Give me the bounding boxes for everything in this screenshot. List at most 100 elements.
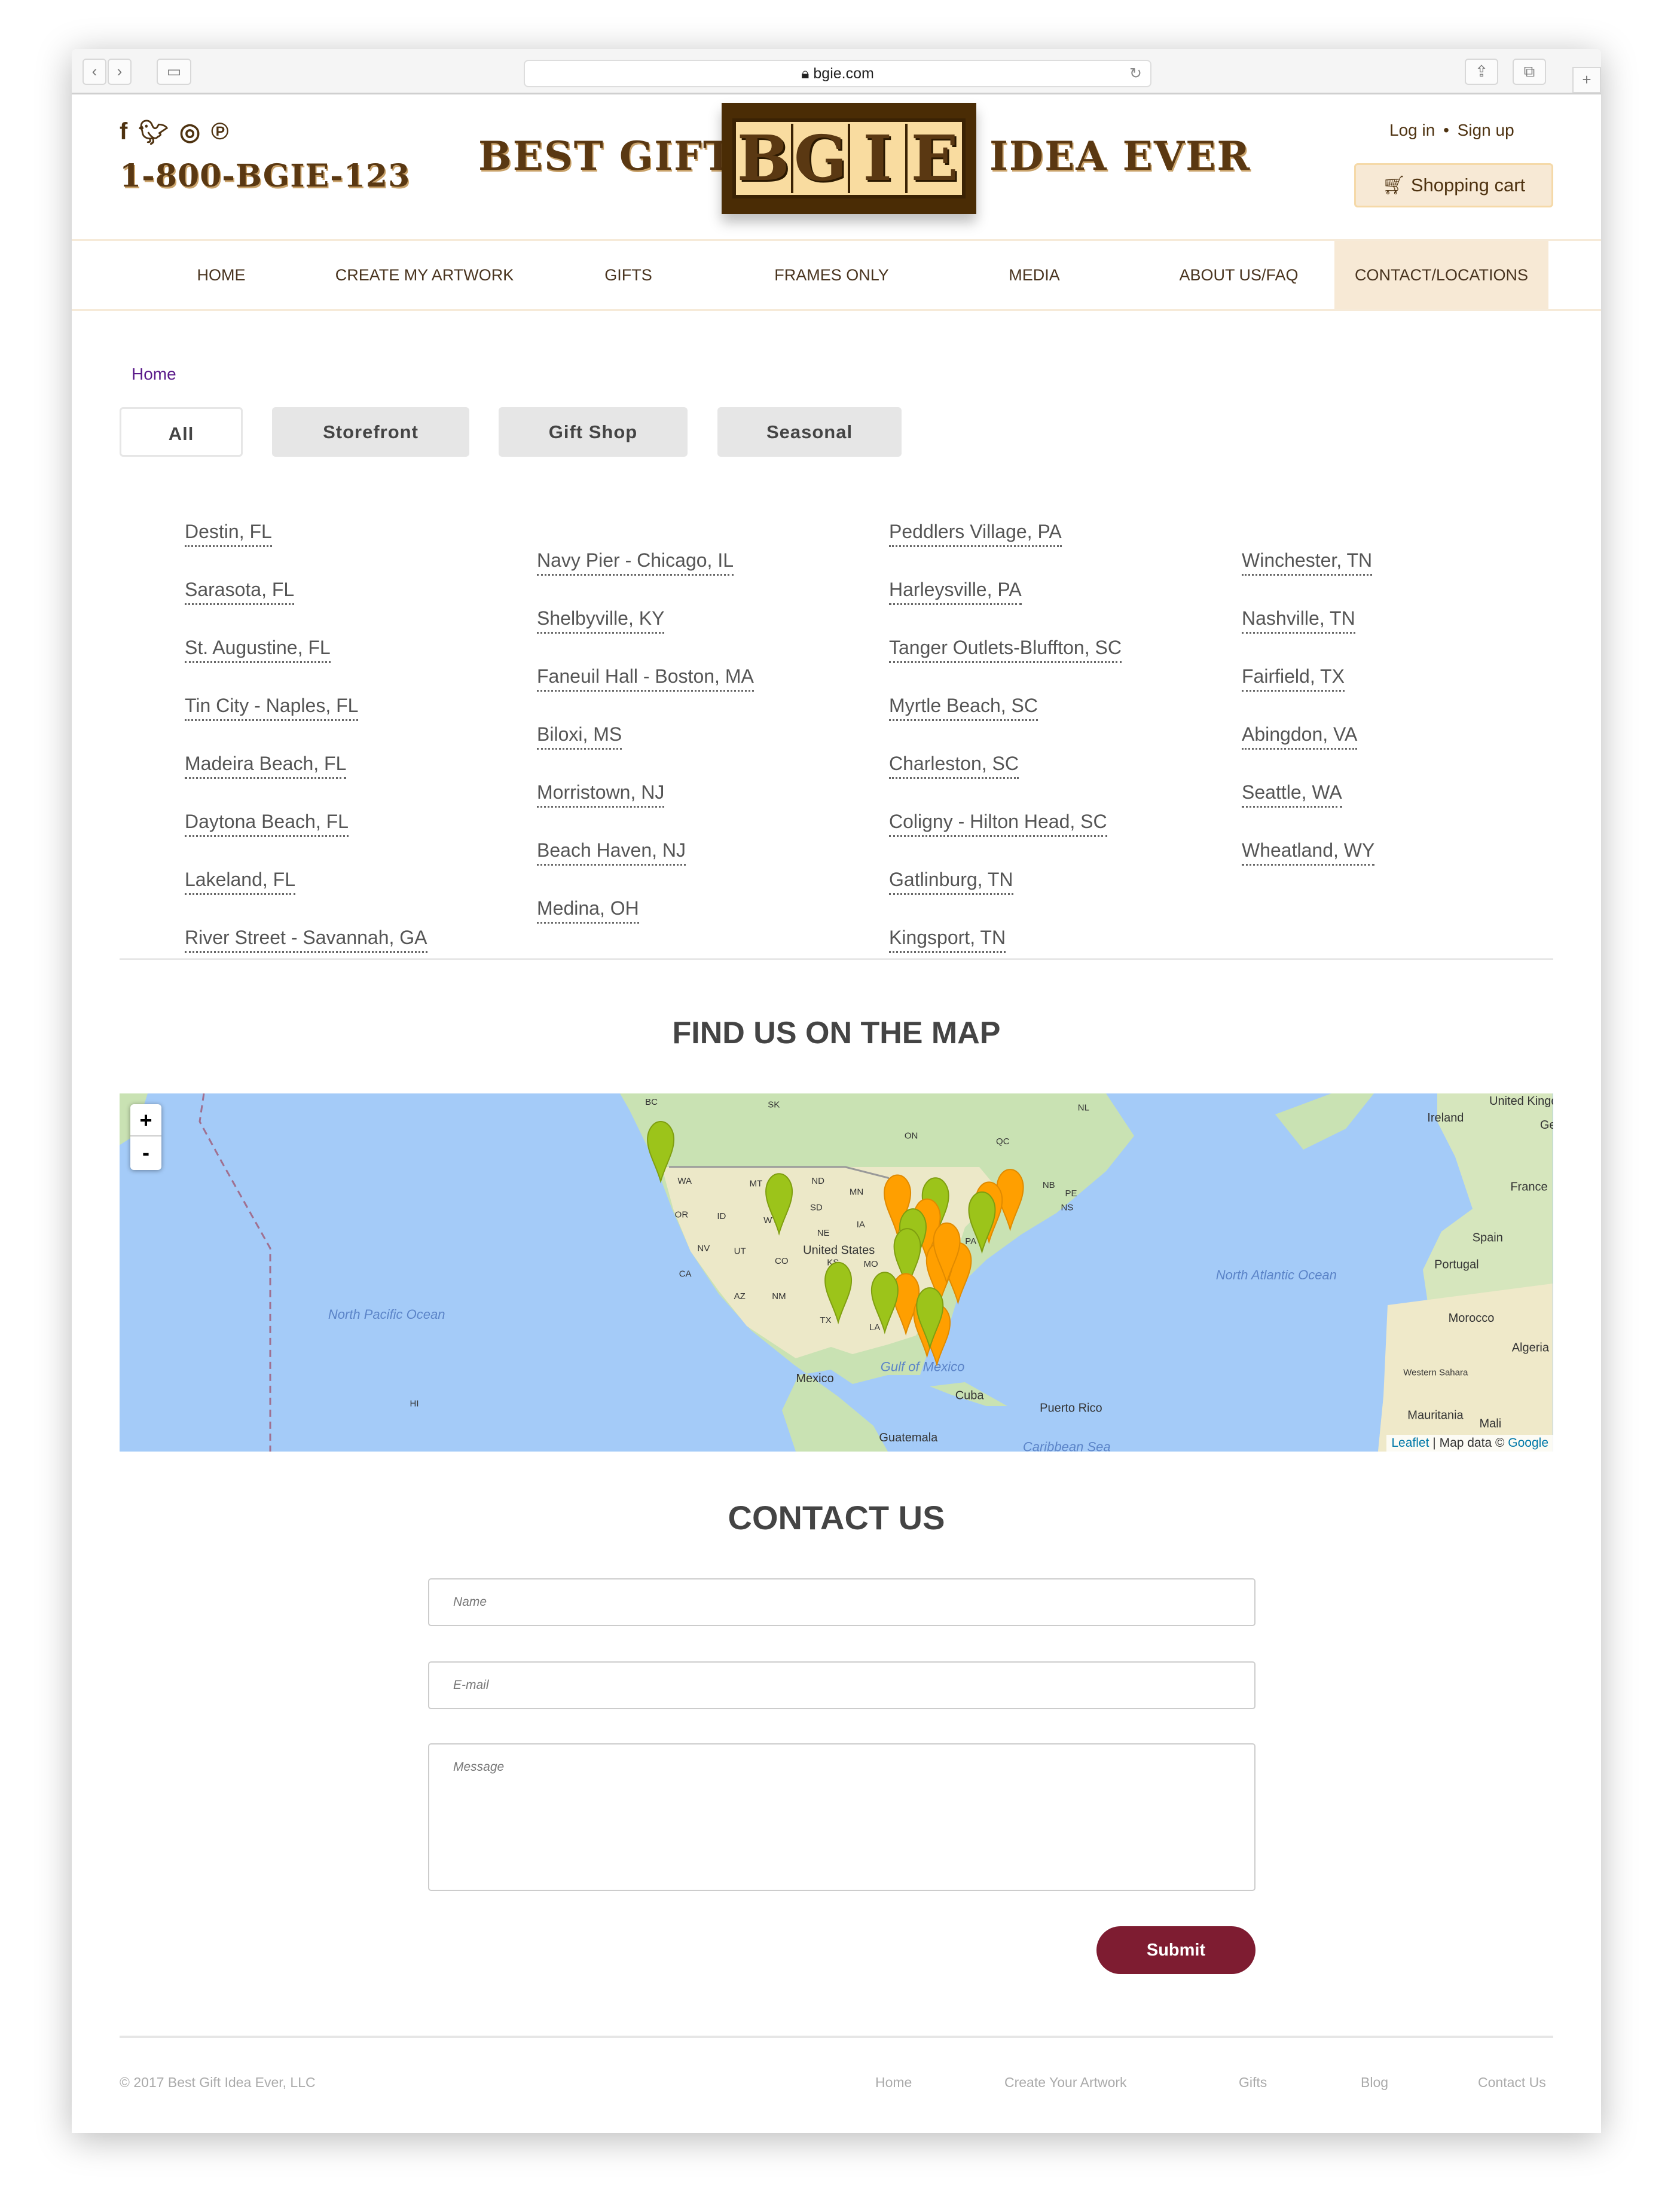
nav-about-us-faq[interactable]: ABOUT US/FAQ (1179, 241, 1298, 309)
logo-letter: G (793, 124, 850, 193)
map-label: France (1510, 1181, 1547, 1194)
back-icon[interactable]: ‹ (83, 59, 106, 85)
footer-link-home[interactable]: Home (875, 2074, 912, 2091)
location-link[interactable]: Abingdon, VA (1242, 723, 1358, 750)
location-link[interactable]: Madeira Beach, FL (185, 752, 347, 779)
reload-icon[interactable]: ↻ (1129, 61, 1142, 86)
shopping-cart-button[interactable]: 🛒︎ Shopping cart (1354, 163, 1553, 207)
instagram-icon[interactable]: ◎ (179, 118, 200, 146)
location-link[interactable]: Charleston, SC (889, 752, 1019, 779)
filter-storefront[interactable]: Storefront (272, 407, 469, 457)
zoom-in-button[interactable]: + (130, 1104, 161, 1136)
twitter-icon[interactable]: 🐦︎ (138, 118, 169, 146)
location-link[interactable]: Shelbyville, KY (537, 607, 665, 634)
message-textarea[interactable]: Message (428, 1743, 1256, 1891)
location-link[interactable]: Winchester, TN (1242, 549, 1373, 576)
map-label: SD (810, 1203, 823, 1213)
map-label: NB (1043, 1180, 1055, 1190)
address-bar[interactable]: 🔒︎ bgie.com ↻ (524, 60, 1151, 87)
footer-divider (120, 2036, 1553, 2038)
location-link[interactable]: Tanger Outlets-Bluffton, SC (889, 636, 1122, 663)
copyright: © 2017 Best Gift Idea Ever, LLC (120, 2074, 316, 2090)
brand-left: BEST GIFT (478, 133, 734, 179)
browser-window: ‹ › ▭ 🔒︎ bgie.com ↻ ⇪ ⧉ + f 🐦︎ ◎ ℗ 1-800-… (72, 49, 1601, 2133)
filter-all[interactable]: All (120, 407, 243, 457)
nav-media[interactable]: MEDIA (1009, 241, 1060, 309)
footer-link-contact-us[interactable]: Contact Us (1478, 2074, 1546, 2091)
footer-link-gifts[interactable]: Gifts (1239, 2074, 1267, 2091)
map-tiles[interactable]: BC SKONQCNLWA MT NDMNOR IDSDWYNEIANV UTCO KS MO… (120, 1093, 1553, 1452)
submit-button[interactable]: Submit (1096, 1926, 1256, 1974)
divider (120, 958, 1553, 960)
leaflet-link[interactable]: Leaflet (1391, 1436, 1429, 1450)
map-label: Caribbean Sea (1023, 1440, 1111, 1452)
map-label: Western Sahara (1403, 1367, 1468, 1377)
location-link[interactable]: Fairfield, TX (1242, 665, 1345, 692)
login-link[interactable]: Log in (1389, 121, 1435, 139)
location-link[interactable]: Seattle, WA (1242, 781, 1342, 808)
map-label: IA (857, 1220, 865, 1230)
location-link[interactable]: Destin, FL (185, 520, 272, 547)
location-link[interactable]: Daytona Beach, FL (185, 810, 349, 837)
location-link[interactable]: Peddlers Village, PA (889, 520, 1062, 547)
location-link[interactable]: Medina, OH (537, 897, 639, 924)
email-input[interactable]: E-mail (428, 1661, 1256, 1709)
filter-seasonal[interactable]: Seasonal (717, 407, 902, 457)
location-link[interactable]: Biloxi, MS (537, 723, 622, 750)
share-icon[interactable]: ⇪ (1465, 59, 1498, 85)
logo[interactable]: B G I E (722, 103, 976, 214)
tabs-icon[interactable]: ⧉ (1513, 59, 1546, 85)
location-link[interactable]: St. Augustine, FL (185, 636, 331, 663)
signup-link[interactable]: Sign up (1458, 121, 1514, 139)
location-link[interactable]: River Street - Savannah, GA (185, 926, 427, 953)
location-link[interactable]: Myrtle Beach, SC (889, 694, 1038, 721)
nav-gifts[interactable]: GIFTS (604, 241, 652, 309)
pinterest-icon[interactable]: ℗ (211, 118, 228, 146)
phone-number[interactable]: 1-800-BGIE-123 (120, 158, 410, 194)
location-link[interactable]: Coligny - Hilton Head, SC (889, 810, 1107, 837)
map-label: MT (750, 1179, 763, 1189)
main-nav: HOME CREATE MY ARTWORK GIFTS FRAMES ONLY… (72, 239, 1601, 311)
nav-frames-only[interactable]: FRAMES ONLY (774, 241, 889, 309)
location-link[interactable]: Sarasota, FL (185, 578, 295, 605)
name-input[interactable]: Name (428, 1578, 1256, 1626)
map-label: United Kingdom (1489, 1095, 1553, 1108)
location-link[interactable]: Kingsport, TN (889, 926, 1006, 953)
cart-icon: 🛒︎ (1382, 175, 1406, 195)
sidebar-icon[interactable]: ▭ (157, 59, 191, 85)
locations-map[interactable]: BC SK ON QC NL WA MT ND MN OR ID SD WY NE IA NV UT CO KS MO… (120, 1093, 1553, 1452)
map-label: Morocco (1449, 1312, 1495, 1325)
map-title: FIND US ON THE MAP (672, 1016, 1001, 1050)
map-label: Mauritania (1407, 1409, 1464, 1422)
map-label: NS (1061, 1203, 1073, 1213)
map-label: AZ (734, 1291, 746, 1301)
nav-contact-locations[interactable]: CONTACT/LOCATIONS (1334, 241, 1549, 309)
map-label: MN (850, 1187, 863, 1197)
location-link[interactable]: Gatlinburg, TN (889, 868, 1013, 895)
location-link[interactable]: Faneuil Hall - Boston, MA (537, 665, 754, 692)
map-label: Ireland (1427, 1111, 1464, 1125)
location-link[interactable]: Tin City - Naples, FL (185, 694, 359, 721)
location-link[interactable]: Harleysville, PA (889, 578, 1022, 605)
logo-letter: E (911, 121, 958, 195)
facebook-icon[interactable]: f (120, 118, 127, 146)
nav-create-my-artwork[interactable]: CREATE MY ARTWORK (335, 241, 514, 309)
location-link[interactable]: Navy Pier - Chicago, IL (537, 549, 734, 576)
location-link[interactable]: Morristown, NJ (537, 781, 665, 808)
location-link[interactable]: Beach Haven, NJ (537, 839, 686, 866)
contact-title: CONTACT US (728, 1499, 945, 1536)
logo-letter: B (736, 124, 793, 193)
google-link[interactable]: Google (1508, 1436, 1548, 1450)
location-link[interactable]: Nashville, TN (1242, 607, 1355, 634)
footer-link-blog[interactable]: Blog (1361, 2074, 1388, 2091)
map-label: SK (768, 1100, 780, 1110)
new-tab-icon[interactable]: + (1572, 67, 1601, 93)
location-link[interactable]: Lakeland, FL (185, 868, 296, 895)
nav-home[interactable]: HOME (197, 241, 246, 309)
filter-gift-shop[interactable]: Gift Shop (499, 407, 688, 457)
location-link[interactable]: Wheatland, WY (1242, 839, 1375, 866)
breadcrumb-home[interactable]: Home (132, 365, 176, 384)
zoom-out-button[interactable]: - (130, 1136, 161, 1169)
forward-icon[interactable]: › (108, 59, 132, 85)
footer-link-create-your-artwork[interactable]: Create Your Artwork (1004, 2074, 1127, 2091)
